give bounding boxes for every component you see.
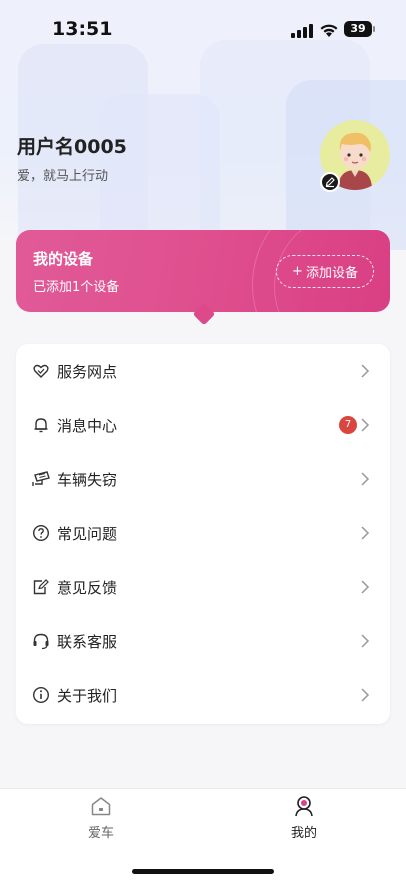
battery-indicator: 39	[344, 21, 375, 37]
device-count-text: 已添加1个设备	[33, 280, 120, 295]
tab-label: 爱车	[87, 826, 114, 841]
headset-icon	[33, 633, 49, 650]
status-bar: 13:51 39	[0, 0, 406, 58]
menu-item-label: 常见问题	[57, 524, 118, 543]
tab-label: 我的	[290, 826, 317, 841]
chevron-right-icon	[361, 472, 370, 486]
device-card-title: 我的设备	[33, 250, 94, 268]
add-device-label: 添加设备	[305, 266, 358, 281]
menu-list: 服务网点 消息中心 7 车辆失窃 常见问题 意见反馈 联系客服 关于我们	[16, 344, 390, 724]
status-time: 13:51	[52, 18, 113, 40]
cellular-signal-icon	[291, 24, 313, 38]
chevron-right-icon	[361, 364, 370, 378]
camera-icon	[32, 471, 50, 486]
menu-item-faq[interactable]: 常见问题	[16, 506, 390, 560]
home-icon	[91, 797, 111, 816]
menu-item-label: 服务网点	[57, 362, 118, 381]
question-icon	[32, 524, 50, 542]
info-icon	[32, 686, 50, 704]
service-point-icon	[33, 364, 49, 378]
tab-mine[interactable]: 我的	[274, 795, 334, 845]
menu-item-label: 联系客服	[57, 632, 118, 651]
plus-icon: +	[292, 264, 303, 279]
chevron-right-icon	[361, 634, 370, 648]
menu-item-messages[interactable]: 消息中心 7	[16, 398, 390, 452]
chevron-right-icon	[361, 526, 370, 540]
my-device-card[interactable]: 我的设备 已添加1个设备 + 添加设备	[16, 230, 390, 312]
wifi-icon	[320, 24, 338, 37]
menu-item-label: 车辆失窃	[57, 470, 118, 489]
menu-item-label: 意见反馈	[57, 578, 118, 597]
profile-slogan: 爱，就马上行动	[17, 169, 109, 184]
chevron-right-icon	[361, 418, 370, 432]
chevron-right-icon	[361, 580, 370, 594]
menu-item-about-us[interactable]: 关于我们	[16, 668, 390, 722]
username[interactable]: 用户名0005	[17, 132, 127, 159]
edit-pencil-icon[interactable]	[320, 172, 340, 192]
menu-item-label: 消息中心	[57, 416, 118, 435]
user-icon	[295, 796, 313, 817]
menu-item-label: 关于我们	[57, 686, 118, 705]
home-indicator	[132, 869, 274, 874]
menu-item-feedback[interactable]: 意见反馈	[16, 560, 390, 614]
menu-item-vehicle-theft[interactable]: 车辆失窃	[16, 452, 390, 506]
chevron-right-icon	[361, 688, 370, 702]
tab-my-car[interactable]: 爱车	[71, 795, 131, 845]
unread-badge: 7	[339, 416, 357, 434]
menu-item-service-points[interactable]: 服务网点	[16, 344, 390, 398]
add-device-button[interactable]: + 添加设备	[276, 255, 374, 288]
menu-item-customer-service[interactable]: 联系客服	[16, 614, 390, 668]
bell-icon	[34, 418, 48, 433]
feedback-icon	[33, 579, 49, 595]
